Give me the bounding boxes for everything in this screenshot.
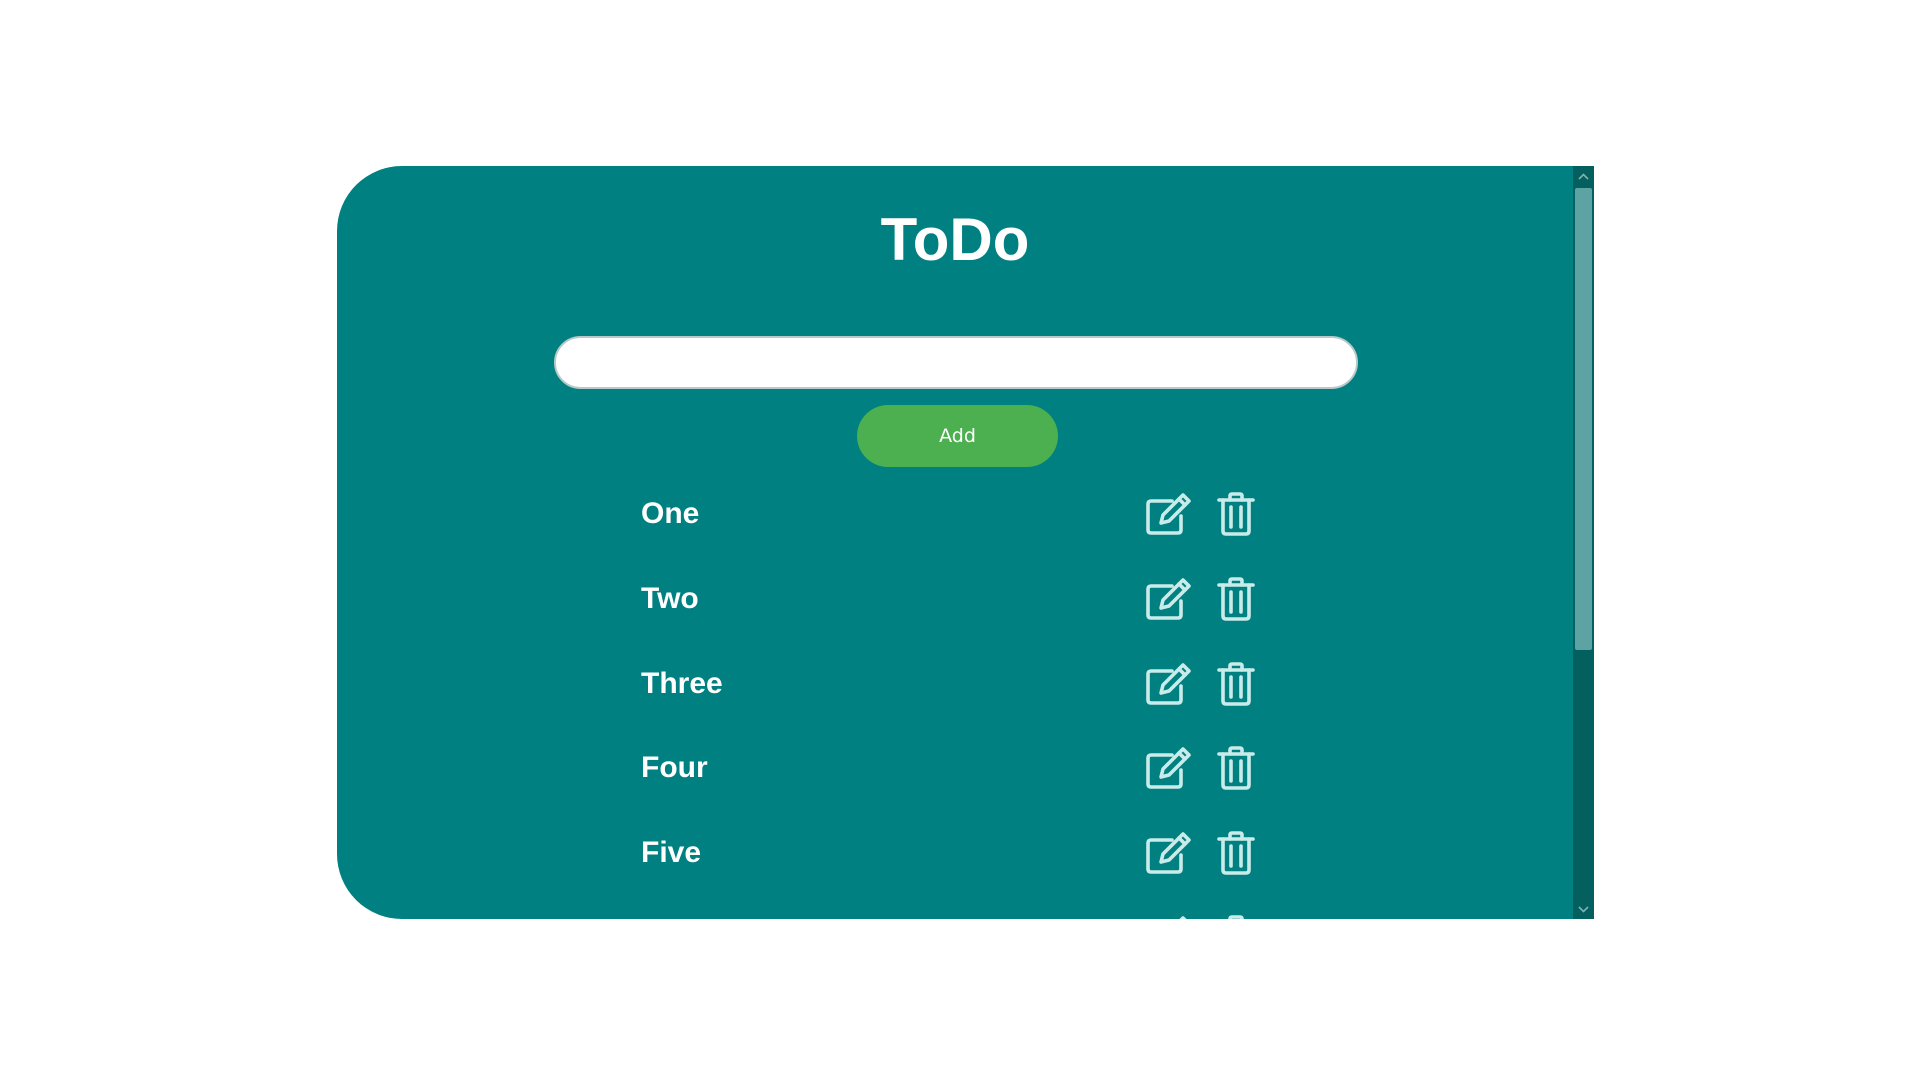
list-item [641, 912, 1301, 919]
list-item: Three [641, 659, 1301, 709]
list-item: One [641, 489, 1301, 539]
edit-icon[interactable] [1145, 577, 1191, 621]
task-label: Three [641, 667, 723, 700]
page-title: ToDo [880, 206, 1030, 273]
todo-card: ToDo Add One Two Three Four Five [337, 166, 1594, 919]
edit-icon[interactable] [1145, 662, 1191, 706]
task-actions [1145, 492, 1259, 536]
task-actions [1145, 577, 1259, 621]
task-input[interactable] [554, 336, 1358, 389]
edit-icon[interactable] [1145, 492, 1191, 536]
task-actions [1145, 662, 1259, 706]
task-actions [1145, 746, 1259, 790]
trash-icon[interactable] [1213, 746, 1259, 790]
task-actions [1145, 915, 1259, 919]
scrollbar-thumb[interactable] [1575, 188, 1592, 650]
list-item: Five [641, 828, 1301, 878]
list-item: Four [641, 743, 1301, 793]
chevron-down-icon[interactable] [1573, 899, 1594, 919]
task-actions [1145, 831, 1259, 875]
task-label: One [641, 497, 700, 530]
trash-icon[interactable] [1213, 662, 1259, 706]
edit-icon[interactable] [1145, 746, 1191, 790]
trash-icon[interactable] [1213, 831, 1259, 875]
vertical-scrollbar[interactable] [1573, 166, 1594, 919]
trash-icon[interactable] [1213, 492, 1259, 536]
edit-icon[interactable] [1145, 831, 1191, 875]
task-label: Five [641, 836, 702, 869]
task-label: Two [641, 582, 699, 615]
trash-icon[interactable] [1213, 915, 1259, 919]
trash-icon[interactable] [1213, 577, 1259, 621]
task-label: Four [641, 751, 708, 784]
todo-scroll-area[interactable]: ToDo Add One Two Three Four Five [337, 166, 1573, 919]
edit-icon[interactable] [1145, 915, 1191, 919]
list-item: Two [641, 574, 1301, 624]
chevron-up-icon[interactable] [1573, 166, 1594, 186]
add-button[interactable]: Add [857, 405, 1058, 467]
